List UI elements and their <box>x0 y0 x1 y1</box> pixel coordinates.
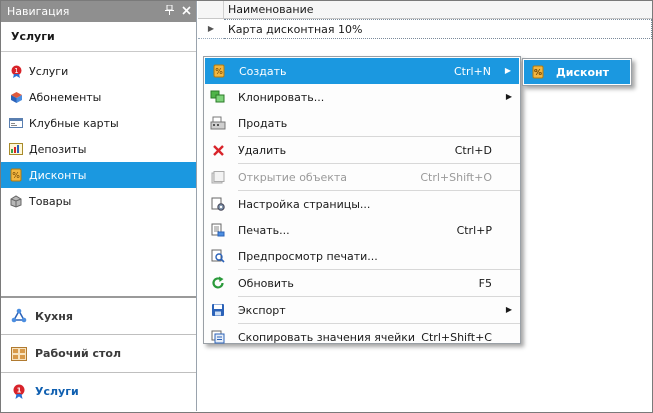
nav-item-club-cards[interactable]: Клубные карты <box>1 110 196 136</box>
nav-item-deposits[interactable]: Депозиты <box>1 136 196 162</box>
menu-item-label: Продать <box>238 116 288 130</box>
submenu-arrow-icon: ▶ <box>505 305 512 314</box>
discount-tag-icon: % <box>9 168 23 182</box>
menu-item-shortcut: Ctrl+D <box>454 143 492 157</box>
service-badge-icon: 1 <box>11 384 27 400</box>
menu-item-delete[interactable]: Удалить Ctrl+D <box>204 137 520 163</box>
menu-item-label: Клонировать... <box>238 90 325 104</box>
menu-item-label: Скопировать значения ячейки <box>238 330 416 344</box>
nav-button-kitchen[interactable]: Кухня <box>1 296 196 334</box>
nav-item-label: Клубные карты <box>29 116 119 130</box>
deposit-chart-icon <box>9 142 23 156</box>
create-submenu: % Дисконт <box>522 58 632 86</box>
create-icon: % <box>205 64 233 78</box>
copy-cell-icon <box>204 330 232 344</box>
menu-item-label: Создать <box>239 64 287 78</box>
navigation-bottom-buttons: Кухня Рабочий стол 1 Услуги <box>1 296 196 410</box>
menu-item-page-setup[interactable]: Настройка страницы... <box>204 191 520 217</box>
nav-button-desktop[interactable]: Рабочий стол <box>1 334 196 372</box>
menu-item-shortcut: F5 <box>478 276 492 290</box>
menu-item-label: Экспорт <box>238 303 286 317</box>
nav-item-services[interactable]: 1 Услуги <box>1 58 196 84</box>
subscription-cube-icon <box>9 90 23 104</box>
nav-item-label: Товары <box>29 194 72 208</box>
desktop-grid-icon <box>11 346 27 362</box>
print-icon <box>204 223 232 237</box>
menu-item-copy-cell[interactable]: Скопировать значения ячейки Ctrl+Shift+C <box>204 324 520 350</box>
menu-item-label: Настройка страницы... <box>238 197 371 211</box>
menu-item-print-preview[interactable]: Предпросмотр печати... <box>204 243 520 269</box>
navigation-header: Навигация <box>1 1 196 22</box>
row-indicator-icon: ▶ <box>207 24 215 33</box>
pin-icon[interactable] <box>162 4 176 18</box>
refresh-icon <box>204 276 232 290</box>
navigation-list: 1 Услуги Абонементы Клубные карты Депози… <box>1 52 196 214</box>
discount-tag-icon: % <box>530 64 546 80</box>
menu-item-label: Печать... <box>238 223 290 237</box>
submenu-arrow-icon: ▶ <box>504 66 511 75</box>
menu-item-label: Предпросмотр печати... <box>238 249 378 263</box>
grid-header-gutter <box>198 1 224 18</box>
menu-item-create[interactable]: % Создать Ctrl+N ▶ <box>205 58 519 84</box>
grid-header: Наименование <box>198 1 652 19</box>
svg-text:%: % <box>534 68 542 77</box>
menu-item-export[interactable]: Экспорт ▶ <box>204 297 520 323</box>
svg-text:1: 1 <box>17 387 22 395</box>
submenu-arrow-icon: ▶ <box>505 92 512 101</box>
submenu-item-discount[interactable]: % Дисконт <box>524 60 630 84</box>
menu-item-label: Открытие объекта <box>238 170 348 184</box>
table-cell-name[interactable]: Карта дисконтная 10% <box>224 18 652 39</box>
navigation-panel: Навигация Услуги 1 Услуги Абонементы Клу… <box>1 1 197 411</box>
column-header-name[interactable]: Наименование <box>224 1 652 18</box>
clone-icon <box>204 90 232 104</box>
menu-item-shortcut: Ctrl+P <box>456 223 492 237</box>
nav-button-services[interactable]: 1 Услуги <box>1 372 196 410</box>
goods-icon <box>9 194 23 208</box>
open-object-icon <box>204 170 232 184</box>
svg-text:%: % <box>12 171 20 180</box>
nav-item-label: Депозиты <box>29 142 87 156</box>
table-row[interactable]: ▶ Карта дисконтная 10% <box>198 18 652 39</box>
nav-item-label: Абонементы <box>29 90 102 104</box>
navigation-section-title: Услуги <box>1 22 196 52</box>
export-icon <box>204 303 232 317</box>
menu-item-shortcut: Ctrl+Shift+C <box>421 330 492 344</box>
delete-x-icon <box>204 144 232 157</box>
menu-item-clone[interactable]: Клонировать... ▶ <box>204 84 520 110</box>
sell-register-icon <box>204 116 232 130</box>
context-menu: % Создать Ctrl+N ▶ Клонировать... ▶ Прод… <box>203 56 521 344</box>
nav-item-label: Услуги <box>29 64 69 78</box>
nav-button-label: Кухня <box>35 309 73 323</box>
menu-item-print[interactable]: Печать... Ctrl+P <box>204 217 520 243</box>
nav-item-discounts[interactable]: % Дисконты <box>1 162 196 188</box>
nav-item-label: Дисконты <box>29 168 87 182</box>
navigation-header-title: Навигация <box>7 5 70 18</box>
menu-item-label: Обновить <box>238 276 294 290</box>
menu-item-label: Удалить <box>238 143 287 157</box>
menu-item-refresh[interactable]: Обновить F5 <box>204 270 520 296</box>
service-badge-icon: 1 <box>9 64 23 78</box>
svg-text:%: % <box>215 67 223 76</box>
close-icon[interactable] <box>179 5 193 18</box>
nav-item-goods[interactable]: Товары <box>1 188 196 214</box>
nav-button-label: Рабочий стол <box>35 347 122 360</box>
kitchen-network-icon <box>11 308 27 324</box>
club-card-icon <box>9 116 23 130</box>
menu-item-shortcut: Ctrl+Shift+O <box>420 170 492 184</box>
nav-item-subscriptions[interactable]: Абонементы <box>1 84 196 110</box>
page-setup-icon <box>204 197 232 211</box>
menu-item-sell[interactable]: Продать <box>204 110 520 136</box>
print-preview-icon <box>204 249 232 263</box>
submenu-item-label: Дисконт <box>556 65 610 79</box>
menu-item-open-object[interactable]: Открытие объекта Ctrl+Shift+O <box>204 164 520 190</box>
nav-button-label: Услуги <box>35 385 79 398</box>
svg-text:1: 1 <box>14 67 18 75</box>
